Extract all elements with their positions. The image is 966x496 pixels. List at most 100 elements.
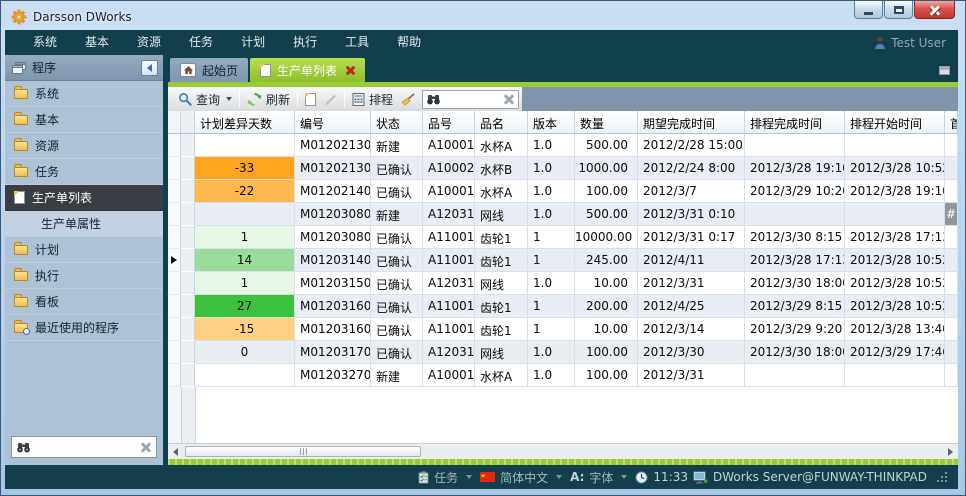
cell-sched_end[interactable]: 2012/3/28 19:10 [745,157,845,180]
column-header-5[interactable]: 品名 [475,111,528,133]
column-header-10[interactable]: 排程开始时间 [845,111,945,133]
cell-extra[interactable] [945,157,958,180]
table-row[interactable]: M012021301新建A10001水杯A1.0500.002012/2/28 … [168,134,958,157]
cell-due[interactable]: 2012/3/31 [638,364,745,387]
time-status-item[interactable]: 11:33 [635,470,688,484]
menu-item-5[interactable]: 计划 [227,30,279,55]
row-selector[interactable] [168,203,181,226]
table-row[interactable]: -22M012021401已确认A10001水杯A1.0100.002012/3… [168,180,958,203]
cell-extra[interactable]: # [945,203,958,226]
cell-sched_end[interactable]: 2012/3/30 8:15 [745,226,845,249]
table-row[interactable]: 0M012031701已确认A12031网线1.0100.002012/3/30… [168,341,958,364]
table-row[interactable]: -33M012021302已确认A10002水杯B1.01000.002012/… [168,157,958,180]
cell-code[interactable]: M012031701 [295,341,371,364]
query-button[interactable]: 查询 [174,89,236,110]
menu-item-6[interactable]: 执行 [279,30,331,55]
horizontal-scrollbar[interactable] [168,443,958,459]
sidebar-search-clear-icon[interactable] [141,442,151,452]
server-status-item[interactable]: DWorks Server@FUNWAY-THINKPAD [693,470,927,484]
cell-code[interactable]: M012032701 [295,364,371,387]
menu-item-8[interactable]: 帮助 [383,30,435,55]
cell-item_name[interactable]: 齿轮1 [475,249,528,272]
cell-item_no[interactable]: A12031 [423,272,475,295]
cell-status[interactable]: 新建 [371,203,423,226]
cell-sched_end[interactable]: 2012/3/29 10:20 [745,180,845,203]
cell-due[interactable]: 2012/3/14 [638,318,745,341]
cell-diff[interactable]: -33 [195,157,295,180]
cell-qty[interactable]: 500.00 [575,203,638,226]
sidebar-item-5[interactable]: 生产单列表 [5,185,163,211]
user-indicator[interactable]: Test User [874,36,946,50]
cell-code[interactable]: M012031602 [295,318,371,341]
refresh-button[interactable]: 刷新 [243,89,294,110]
resize-grip[interactable] [937,472,948,483]
cell-item_no[interactable]: A12031 [423,203,475,226]
cell-sched_start[interactable]: 2012/3/29 17:46 [845,341,945,364]
cell-version[interactable]: 1 [528,226,575,249]
cell-sched_end[interactable]: 2012/3/29 9:20 [745,318,845,341]
cell-due[interactable]: 2012/3/7 [638,180,745,203]
cell-item_no[interactable]: A11001 [423,226,475,249]
row-selector[interactable] [168,157,181,180]
cell-diff[interactable]: -22 [195,180,295,203]
edit-button[interactable] [320,91,341,108]
cell-version[interactable]: 1.0 [528,341,575,364]
column-header-9[interactable]: 排程完成时间 [745,111,845,133]
cell-sched_start[interactable]: 2012/3/28 10:52 [845,157,945,180]
cell-item_name[interactable]: 水杯B [475,157,528,180]
cell-qty[interactable]: 100.00 [575,341,638,364]
cell-sched_end[interactable]: 2012/3/30 18:00 [745,272,845,295]
sidebar-item-1[interactable]: 系统 [5,81,163,107]
column-header-3[interactable]: 状态 [371,111,423,133]
cell-due[interactable]: 2012/3/31 [638,272,745,295]
cell-item_no[interactable]: A10002 [423,157,475,180]
table-row[interactable]: M012032701新建A10001水杯A1.0100.002012/3/31 [168,364,958,387]
cell-code[interactable]: M012030801 [295,203,371,226]
cell-sched_start[interactable] [845,364,945,387]
cell-extra[interactable] [945,226,958,249]
row-selector[interactable] [168,272,181,295]
cell-diff[interactable]: 0 [195,341,295,364]
sidebar-item-4[interactable]: 任务 [5,159,163,185]
cell-item_name[interactable]: 网线 [475,341,528,364]
row-selector[interactable] [168,364,181,387]
cell-extra[interactable] [945,249,958,272]
cell-status[interactable]: 已确认 [371,180,423,203]
sidebar-item-9[interactable]: 看板 [5,289,163,315]
cell-item_name[interactable]: 网线 [475,272,528,295]
cell-diff[interactable]: 27 [195,295,295,318]
cell-version[interactable]: 1.0 [528,180,575,203]
sidebar-item-8[interactable]: 执行 [5,263,163,289]
cell-code[interactable]: M012030802 [295,226,371,249]
cell-diff[interactable] [195,134,295,157]
menu-item-1[interactable]: 系统 [19,30,71,55]
cell-qty[interactable]: 10.00 [575,272,638,295]
cell-diff[interactable]: 1 [195,272,295,295]
cell-qty[interactable]: 10.00 [575,318,638,341]
cell-code[interactable]: M012021302 [295,157,371,180]
row-selector[interactable] [168,341,181,364]
toolbar-search-input[interactable] [422,90,519,109]
cell-item_name[interactable]: 网线 [475,203,528,226]
cell-qty[interactable]: 100.00 [575,364,638,387]
restore-button[interactable] [884,1,913,19]
menu-item-2[interactable]: 基本 [71,30,123,55]
cell-extra[interactable] [945,295,958,318]
cell-version[interactable]: 1.0 [528,134,575,157]
sidebar-item-10[interactable]: 最近使用的程序 [5,315,163,341]
cell-sched_start[interactable]: 2012/3/28 10:52 [845,295,945,318]
cell-code[interactable]: M012031501 [295,272,371,295]
cell-item_no[interactable]: A10001 [423,180,475,203]
row-selector[interactable] [168,134,181,157]
cell-item_name[interactable]: 水杯A [475,364,528,387]
tab-close-icon[interactable] [346,66,355,75]
font-status-item[interactable]: A: 字体 [570,469,630,486]
cell-item_no[interactable]: A10001 [423,364,475,387]
language-status-item[interactable]: 简体中文 [480,469,565,486]
table-row[interactable]: 14M012031402已确认A11001齿轮11245.002012/4/11… [168,249,958,272]
cell-status[interactable]: 已确认 [371,341,423,364]
cell-sched_start[interactable]: 2012/3/28 17:13 [845,226,945,249]
tab-production-order-list[interactable]: 生产单列表 [250,58,365,82]
cell-item_no[interactable]: A10001 [423,134,475,157]
table-row[interactable]: 27M012031601已确认A11001齿轮11200.002012/4/25… [168,295,958,318]
